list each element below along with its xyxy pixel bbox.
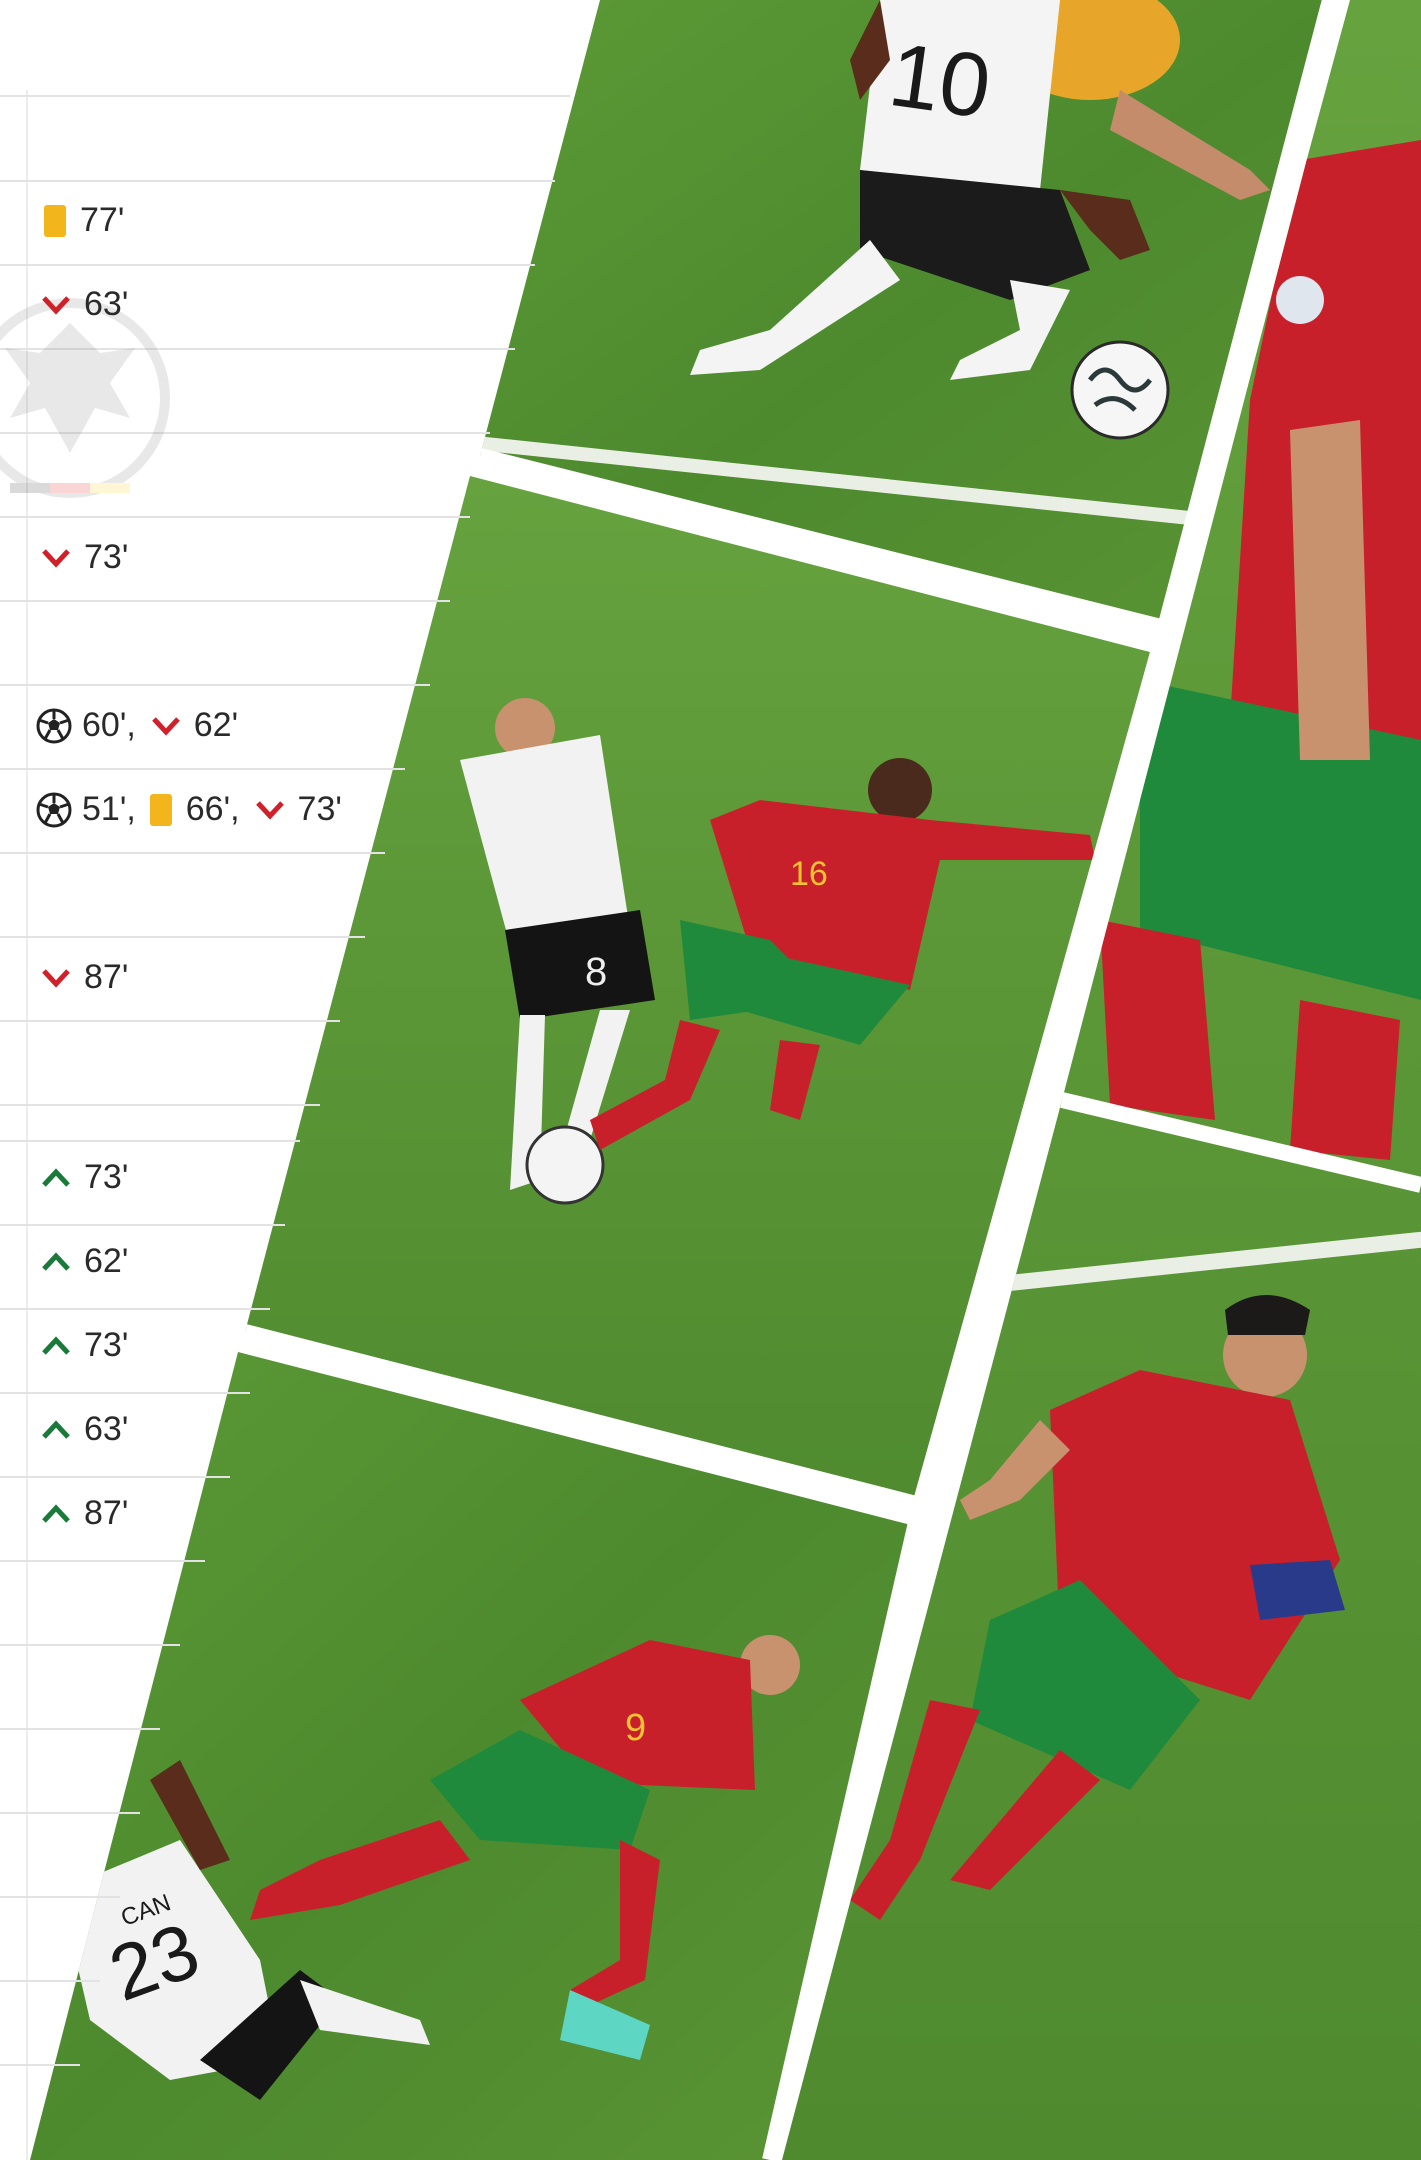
event-minute: 62' — [193, 706, 239, 744]
substitution-off-icon — [42, 295, 70, 315]
jersey-number-16: 16 — [790, 855, 828, 893]
table-row-divider — [0, 1224, 285, 1226]
event-minute: 87' — [84, 1494, 129, 1532]
table-row-divider — [0, 1560, 205, 1562]
yellow-card-icon — [149, 793, 172, 826]
event-row: 87' — [40, 1494, 128, 1533]
substitution-on-icon — [42, 1419, 70, 1439]
table-row-divider — [0, 936, 365, 938]
event-minute: 60' — [82, 706, 127, 744]
event-minute: 73' — [84, 538, 129, 576]
table-row-divider — [0, 1644, 180, 1646]
event-minute: 77' — [80, 201, 125, 239]
table-row-divider — [0, 1728, 160, 1730]
table-row-divider — [0, 1392, 250, 1394]
collage: 10 8 16 9 23 CAN — [30, 0, 1421, 2160]
event-row: 73' — [40, 1326, 128, 1365]
table-row-divider — [0, 1980, 100, 1982]
substitution-on-icon — [42, 1335, 70, 1355]
event-row: 63' — [40, 1410, 128, 1449]
goal-icon — [36, 792, 72, 827]
event-minute: 73' — [297, 790, 342, 828]
substitution-off-icon — [42, 548, 70, 568]
event-minute: 66' — [185, 790, 231, 828]
event-row: 87' — [40, 958, 128, 997]
table-row-divider — [0, 1020, 340, 1022]
substitution-off-icon — [255, 800, 284, 820]
substitution-on-icon — [42, 1251, 70, 1271]
table-row-divider — [0, 852, 385, 854]
event-row: 73' — [40, 538, 128, 577]
table-row-divider — [0, 684, 430, 686]
table-row-divider — [0, 1896, 120, 1898]
event-row: 73' — [40, 1158, 128, 1197]
substitution-off-icon — [42, 968, 70, 988]
event-minute: 63' — [84, 1410, 129, 1448]
substitution-off-icon — [151, 716, 180, 736]
jersey-number-8: 8 — [585, 950, 607, 994]
event-minute: 73' — [84, 1326, 129, 1364]
table-row-divider — [0, 180, 555, 182]
table-row-divider — [0, 95, 570, 97]
table-row-divider — [0, 1104, 320, 1106]
event-minute: 51' — [82, 790, 127, 828]
substitution-on-icon — [42, 1167, 70, 1187]
jersey-number-10: 10 — [883, 25, 996, 138]
yellow-card-icon — [44, 204, 66, 237]
event-minute: 73' — [84, 1158, 129, 1196]
event-minute: 63' — [84, 285, 129, 323]
event-row: 51' , 66' , 73' — [36, 790, 342, 829]
event-row: 63' — [40, 285, 128, 324]
table-row-divider — [0, 1476, 230, 1478]
table-row-divider — [0, 1140, 300, 1142]
jersey-number-9: 9 — [625, 1707, 646, 1749]
event-minute: 62' — [84, 1242, 129, 1280]
goal-icon — [36, 708, 72, 743]
event-minute: 87' — [84, 958, 129, 996]
table-row-divider — [0, 264, 535, 266]
event-row: 62' — [40, 1242, 128, 1281]
table-row-divider — [0, 768, 405, 770]
table-row-divider — [0, 516, 470, 518]
event-row: 77' — [44, 201, 124, 240]
table-row-divider — [0, 1812, 140, 1814]
table-row-divider — [0, 1308, 270, 1310]
table-row-divider — [0, 2064, 80, 2066]
table-row-divider — [0, 600, 450, 602]
event-row: 60' , 62' — [36, 706, 238, 745]
substitution-on-icon — [42, 1503, 70, 1523]
